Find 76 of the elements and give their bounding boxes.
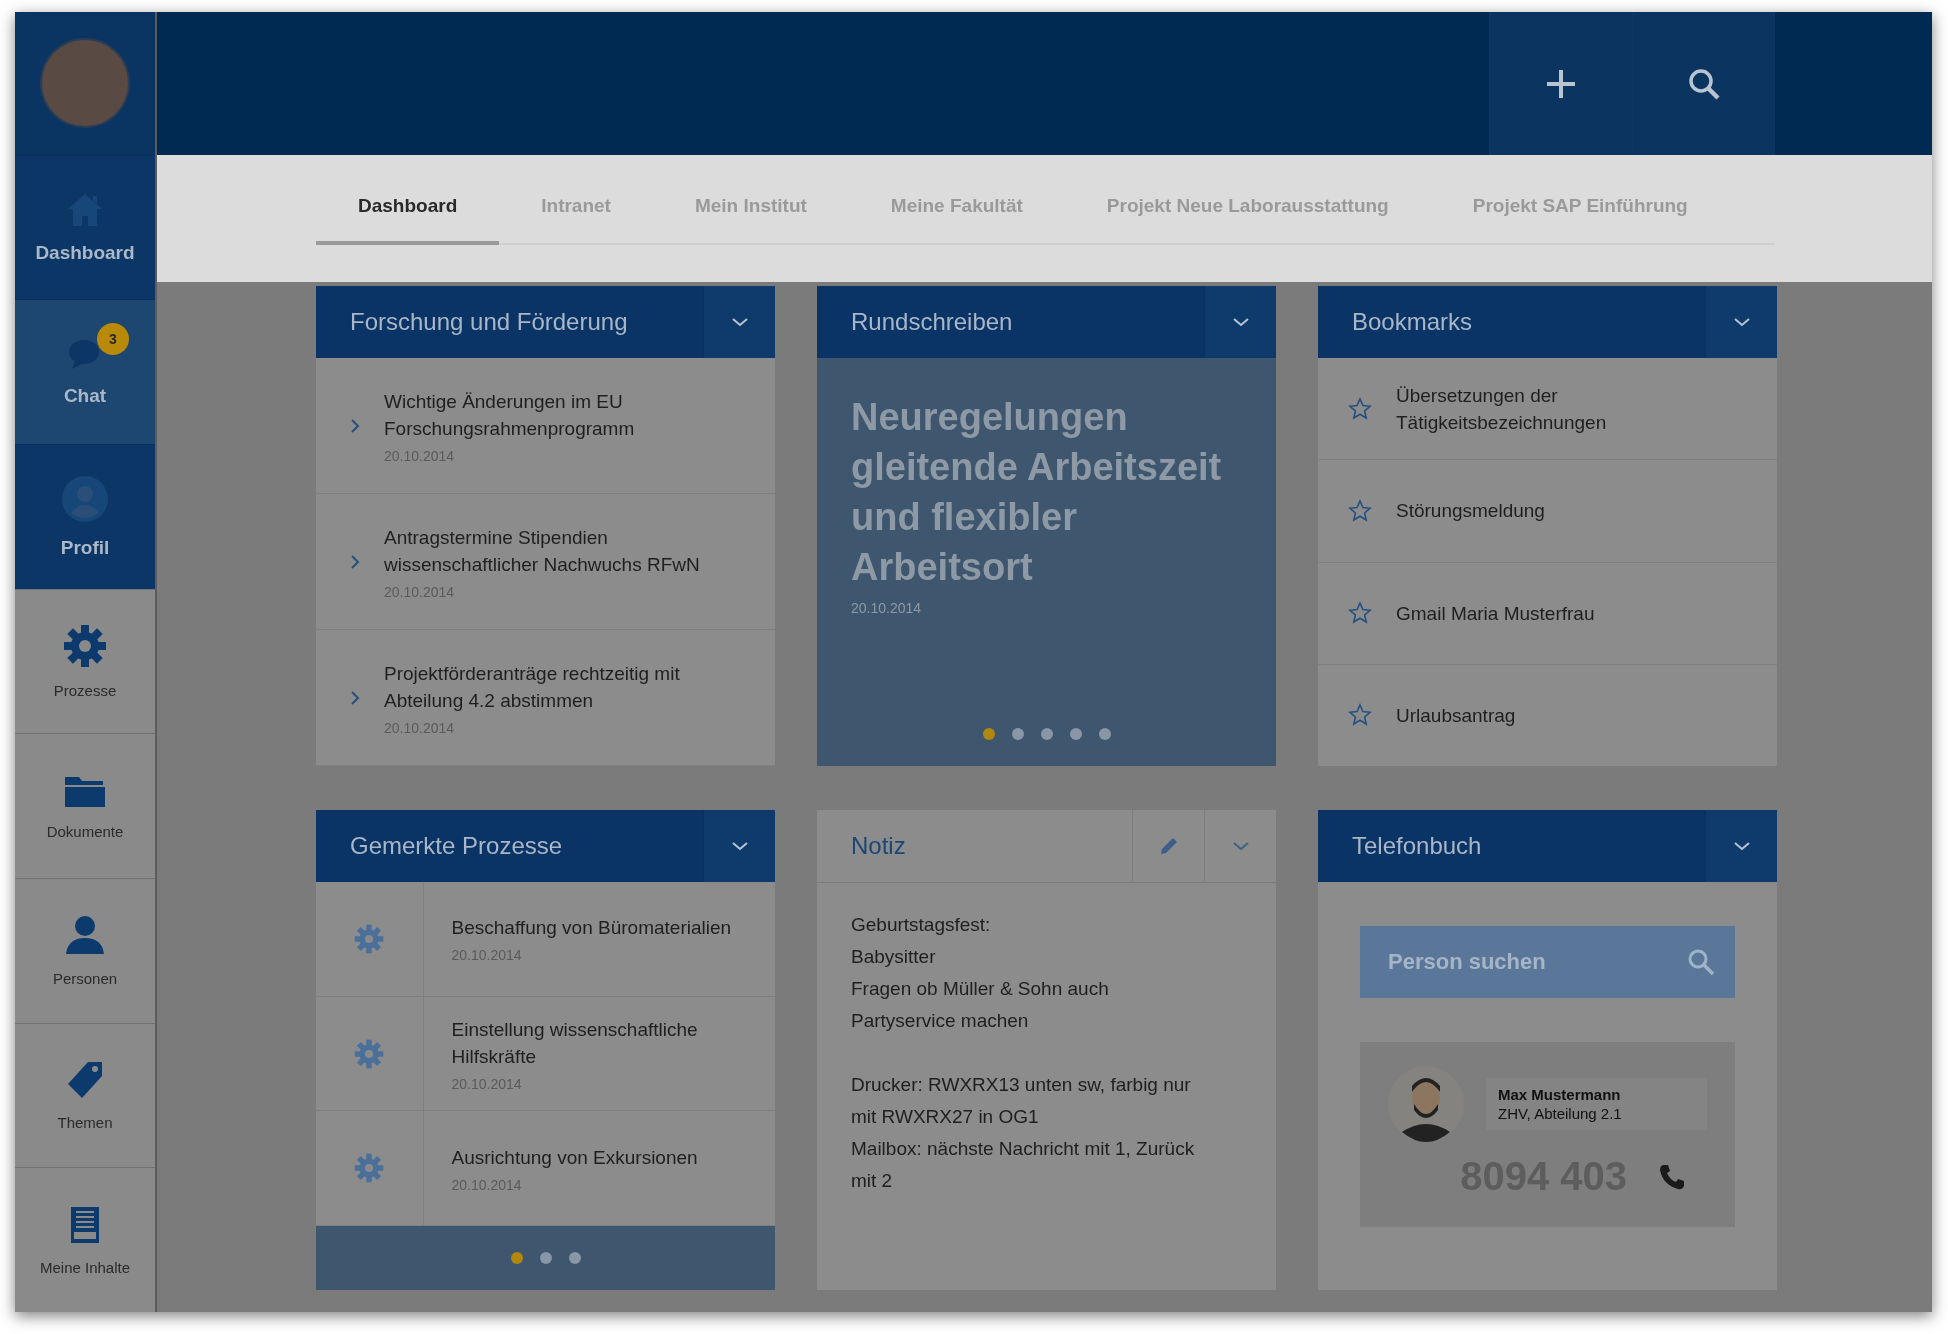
chevron-down-icon bbox=[1732, 316, 1751, 328]
bookmark-item[interactable]: Gmail Maria Musterfrau bbox=[1318, 562, 1777, 665]
sidebar-item[interactable]: Dashboard bbox=[15, 154, 155, 300]
pager-dot[interactable] bbox=[1098, 728, 1111, 740]
contact-department: ZHV, Abteilung 2.1 bbox=[1498, 1105, 1623, 1122]
bookmark-item[interactable]: Störungsmeldung bbox=[1318, 460, 1777, 563]
star-icon bbox=[1348, 703, 1372, 728]
pager-dot[interactable] bbox=[568, 1252, 581, 1264]
notification-badge: 3 bbox=[97, 323, 129, 356]
chevron-right-icon bbox=[350, 417, 360, 434]
item-title: Einstellung wissenschaftliche Hilfskräfte bbox=[451, 1017, 699, 1069]
collapse-button[interactable] bbox=[1204, 286, 1276, 358]
panel-title: Bookmarks bbox=[1351, 308, 1474, 336]
bookmark-item[interactable]: Urlaubsantrag bbox=[1318, 664, 1777, 766]
item-title: Beschaffung von Büromaterialien bbox=[451, 916, 733, 941]
chevron-right-icon bbox=[350, 689, 360, 706]
item-title: Antragstermine Stipendien wissenschaftlicher Nachwuchs RFwN bbox=[384, 525, 701, 577]
chevron-down-icon bbox=[1231, 316, 1250, 328]
archive-tray-icon bbox=[68, 1204, 102, 1245]
add-button[interactable] bbox=[1489, 12, 1632, 155]
chevron-down-icon bbox=[1231, 840, 1250, 852]
note-line: Partyservice machen bbox=[851, 1009, 1030, 1033]
bookmark-title: Übersetzungen der Tätigkeitsbezeichnungen bbox=[1396, 383, 1608, 435]
search-button[interactable] bbox=[1632, 12, 1775, 155]
item-date: 20.10.2014 bbox=[851, 600, 923, 616]
pager-dot[interactable] bbox=[1011, 728, 1024, 740]
gear-icon bbox=[63, 624, 107, 668]
panel-title: Gemerkte Prozesse bbox=[349, 832, 564, 860]
chevron-down-icon bbox=[1732, 840, 1751, 852]
pager-dot[interactable] bbox=[1069, 728, 1082, 740]
pager-dot[interactable] bbox=[982, 728, 995, 740]
bookmark-title: Störungsmeldung bbox=[1396, 499, 1546, 524]
star-icon bbox=[1348, 498, 1372, 523]
bookmark-title: Urlaubsantrag bbox=[1396, 703, 1517, 728]
person-silhouette-icon bbox=[1388, 1066, 1464, 1142]
panel-title: Telefonbuch bbox=[1351, 832, 1483, 860]
collapse-button[interactable] bbox=[703, 286, 775, 358]
note-line: Drucker: RWXRX13 unten sw, farbig nur bbox=[851, 1073, 1192, 1097]
pager-dot[interactable] bbox=[510, 1252, 523, 1264]
headline[interactable]: Neuregelungen gleitende Arbeitszeit und flexibler Arbeitsort bbox=[851, 392, 1242, 592]
user-circle-icon bbox=[61, 474, 109, 523]
panel-title: Forschung und Förderung bbox=[349, 308, 629, 336]
note-line: Geburtstagsfest: bbox=[851, 913, 992, 937]
note-line: Fragen ob Müller & Sohn auch bbox=[851, 977, 1110, 1001]
star-icon bbox=[1348, 601, 1372, 626]
tab[interactable]: Dashboard bbox=[316, 195, 500, 245]
collapse-button[interactable] bbox=[1705, 810, 1777, 882]
item-title: Ausrichtung von Exkursionen bbox=[451, 1145, 699, 1170]
star-icon bbox=[1348, 396, 1372, 421]
search-field[interactable]: Person suchen bbox=[1360, 926, 1735, 998]
chevron-down-icon bbox=[730, 840, 749, 852]
person-icon bbox=[64, 914, 106, 957]
contact-name: Max Mustermann bbox=[1498, 1086, 1622, 1103]
pager-dot[interactable] bbox=[1040, 728, 1053, 740]
chevron-right-icon bbox=[350, 553, 360, 570]
chevron-down-icon bbox=[730, 316, 749, 328]
panel-title: Rundschreiben bbox=[850, 308, 1014, 336]
gear-icon bbox=[354, 923, 385, 954]
collapse-button[interactable] bbox=[1705, 286, 1777, 358]
sidebar-item[interactable]: Profil bbox=[15, 444, 155, 589]
bookmark-item[interactable]: Übersetzungen der Tätigkeitsbezeichnungen bbox=[1318, 358, 1777, 461]
item-title: Wichtige Änderungen im EU Forschungsrahmenprogramm bbox=[384, 389, 636, 441]
note-line: Mailbox: nächste Nachricht mit 1, Zurück bbox=[851, 1137, 1196, 1161]
bookmark-title: Gmail Maria Musterfrau bbox=[1396, 601, 1596, 626]
sidebar-item[interactable]: 3 Chat bbox=[15, 299, 155, 444]
note-line: Babysitter bbox=[851, 945, 937, 969]
item-title: Projektförderanträge rechtzeitig mit Abteilung 4.2 abstimmen bbox=[384, 661, 681, 713]
gear-icon bbox=[354, 1153, 385, 1184]
search-icon bbox=[1687, 948, 1715, 976]
pager-dot[interactable] bbox=[539, 1252, 552, 1264]
collapse-button[interactable] bbox=[703, 810, 775, 882]
search-icon bbox=[1687, 66, 1721, 101]
gear-icon bbox=[354, 1038, 385, 1069]
note-line: mit RWXRX27 in OG1 bbox=[851, 1105, 1040, 1129]
note-line: mit 2 bbox=[851, 1169, 894, 1193]
panel-title: Notiz bbox=[850, 832, 907, 860]
